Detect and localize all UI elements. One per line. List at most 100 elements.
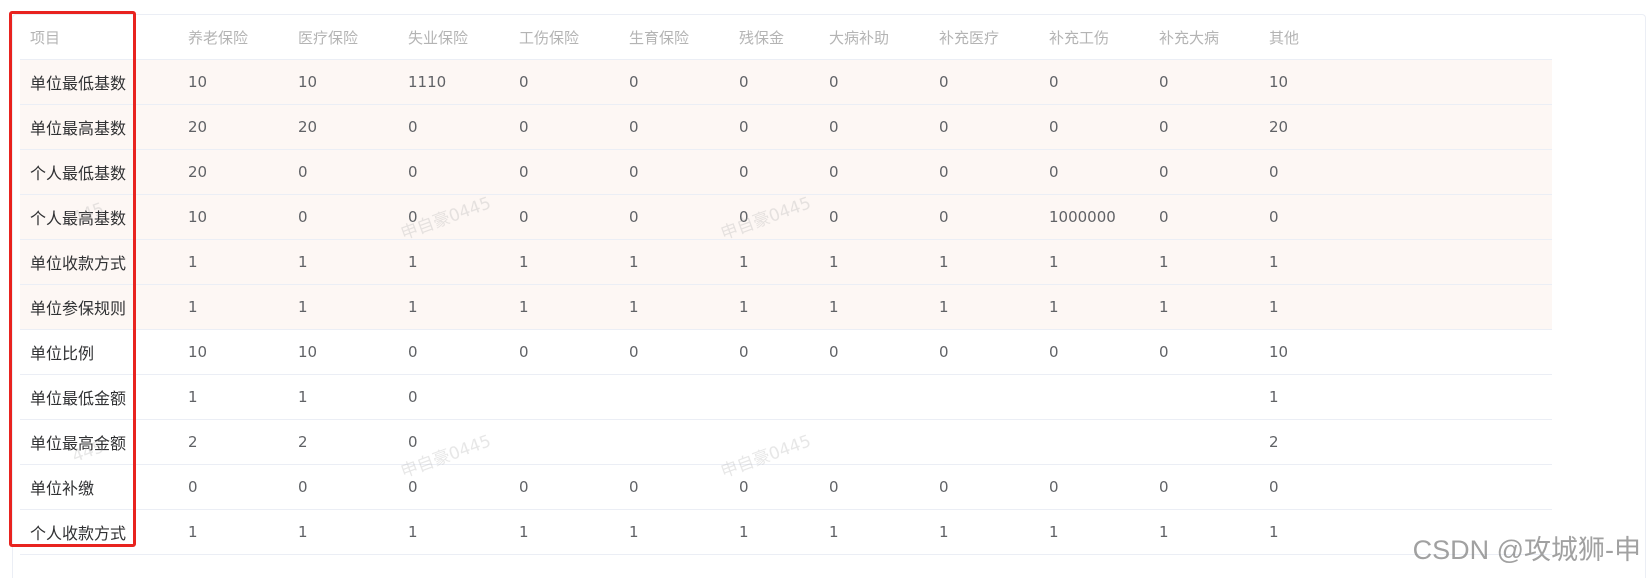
column-header: 补充医疗 <box>929 15 1039 60</box>
value-cell <box>929 374 1039 420</box>
value-cell: 1 <box>1149 284 1259 330</box>
table-body: 单位最低基数 10 10 1110 0 0 0 0 0 0 0 10 单位最高基数 20 20 0 0 0 0 0 0 0… <box>20 59 1552 555</box>
value-cell: 20 <box>178 149 288 195</box>
value-cell: 1 <box>819 239 929 285</box>
value-cell: 0 <box>729 194 819 240</box>
value-cell: 10 <box>1259 329 1552 375</box>
column-header: 残保金 <box>729 15 819 60</box>
value-cell: 0 <box>619 149 729 195</box>
value-cell: 0 <box>288 194 398 240</box>
column-header: 补充工伤 <box>1039 15 1149 60</box>
value-cell <box>509 374 619 420</box>
table-row: 单位比例 10 10 0 0 0 0 0 0 0 0 10 <box>20 329 1552 375</box>
value-cell: 0 <box>819 464 929 510</box>
insurance-config-table: 项目 养老保险 医疗保险 失业保险 工伤保险 生育保险 残保金 大病补助 补充医疗 补充工伤 补充大… <box>20 15 1552 555</box>
table-row: 单位最高金额 2 2 0 2 <box>20 419 1552 465</box>
value-cell: 1 <box>398 509 509 555</box>
value-cell: 10 <box>288 329 398 375</box>
value-cell: 0 <box>619 329 729 375</box>
value-cell: 0 <box>619 59 729 105</box>
value-cell: 0 <box>1149 464 1259 510</box>
value-cell: 20 <box>1259 104 1552 150</box>
value-cell: 1 <box>398 239 509 285</box>
value-cell: 0 <box>398 419 509 465</box>
row-label-cell: 个人收款方式 <box>20 509 178 555</box>
value-cell: 1 <box>619 509 729 555</box>
row-label-cell: 单位最高基数 <box>20 104 178 150</box>
value-cell: 0 <box>929 194 1039 240</box>
value-cell: 0 <box>1259 194 1552 240</box>
value-cell <box>819 419 929 465</box>
value-cell <box>1149 374 1259 420</box>
row-label-cell: 个人最高基数 <box>20 194 178 240</box>
value-cell: 10 <box>178 59 288 105</box>
value-cell <box>619 374 729 420</box>
row-label-cell: 单位最低金额 <box>20 374 178 420</box>
value-cell: 0 <box>178 464 288 510</box>
value-cell <box>509 419 619 465</box>
column-header: 大病补助 <box>819 15 929 60</box>
row-label-cell: 个人最低基数 <box>20 149 178 195</box>
value-cell <box>1039 374 1149 420</box>
value-cell <box>729 419 819 465</box>
value-cell: 1 <box>1039 509 1149 555</box>
value-cell: 1 <box>1259 509 1552 555</box>
value-cell: 20 <box>178 104 288 150</box>
value-cell: 1 <box>398 284 509 330</box>
value-cell: 0 <box>729 104 819 150</box>
value-cell: 0 <box>819 149 929 195</box>
value-cell: 1 <box>819 284 929 330</box>
table-row: 单位补缴 0 0 0 0 0 0 0 0 0 0 0 <box>20 464 1552 510</box>
header-row: 项目 养老保险 医疗保险 失业保险 工伤保险 生育保险 残保金 大病补助 补充医疗 补充工伤 补充大… <box>20 15 1552 60</box>
row-label-cell: 单位参保规则 <box>20 284 178 330</box>
value-cell: 1 <box>729 284 819 330</box>
value-cell: 0 <box>398 149 509 195</box>
value-cell: 0 <box>929 464 1039 510</box>
value-cell: 1 <box>178 374 288 420</box>
value-cell: 10 <box>288 59 398 105</box>
value-cell: 0 <box>288 464 398 510</box>
table-row: 单位最低金额 1 1 0 1 <box>20 374 1552 420</box>
value-cell: 0 <box>398 194 509 240</box>
value-cell: 0 <box>819 194 929 240</box>
value-cell <box>1039 419 1149 465</box>
value-cell: 1 <box>1149 509 1259 555</box>
table-row: 个人收款方式 1 1 1 1 1 1 1 1 1 1 1 <box>20 509 1552 555</box>
value-cell: 1 <box>729 239 819 285</box>
value-cell: 1 <box>178 509 288 555</box>
value-cell: 0 <box>1259 149 1552 195</box>
value-cell: 0 <box>509 329 619 375</box>
value-cell: 1 <box>929 284 1039 330</box>
value-cell: 10 <box>1259 59 1552 105</box>
row-label-cell: 单位比例 <box>20 329 178 375</box>
value-cell: 0 <box>619 194 729 240</box>
value-cell: 1 <box>288 509 398 555</box>
row-label-cell: 单位收款方式 <box>20 239 178 285</box>
column-header: 医疗保险 <box>288 15 398 60</box>
column-header: 失业保险 <box>398 15 509 60</box>
row-label-cell: 单位最低基数 <box>20 59 178 105</box>
value-cell: 0 <box>929 329 1039 375</box>
table-row: 个人最低基数 20 0 0 0 0 0 0 0 0 0 0 <box>20 149 1552 195</box>
value-cell: 1 <box>1149 239 1259 285</box>
value-cell: 1 <box>288 284 398 330</box>
column-header: 其他 <box>1259 15 1552 60</box>
value-cell: 0 <box>819 59 929 105</box>
value-cell: 0 <box>509 104 619 150</box>
value-cell: 1 <box>929 239 1039 285</box>
value-cell: 0 <box>509 464 619 510</box>
value-cell: 0 <box>398 464 509 510</box>
value-cell: 0 <box>819 329 929 375</box>
value-cell <box>619 419 729 465</box>
table-row: 单位参保规则 1 1 1 1 1 1 1 1 1 1 1 <box>20 284 1552 330</box>
value-cell: 2 <box>1259 419 1552 465</box>
column-header: 生育保险 <box>619 15 729 60</box>
value-cell: 0 <box>509 194 619 240</box>
column-header: 养老保险 <box>178 15 288 60</box>
value-cell: 10 <box>178 194 288 240</box>
value-cell: 1 <box>819 509 929 555</box>
value-cell: 0 <box>929 149 1039 195</box>
value-cell: 0 <box>1149 59 1259 105</box>
value-cell: 0 <box>1039 149 1149 195</box>
value-cell: 0 <box>1039 59 1149 105</box>
